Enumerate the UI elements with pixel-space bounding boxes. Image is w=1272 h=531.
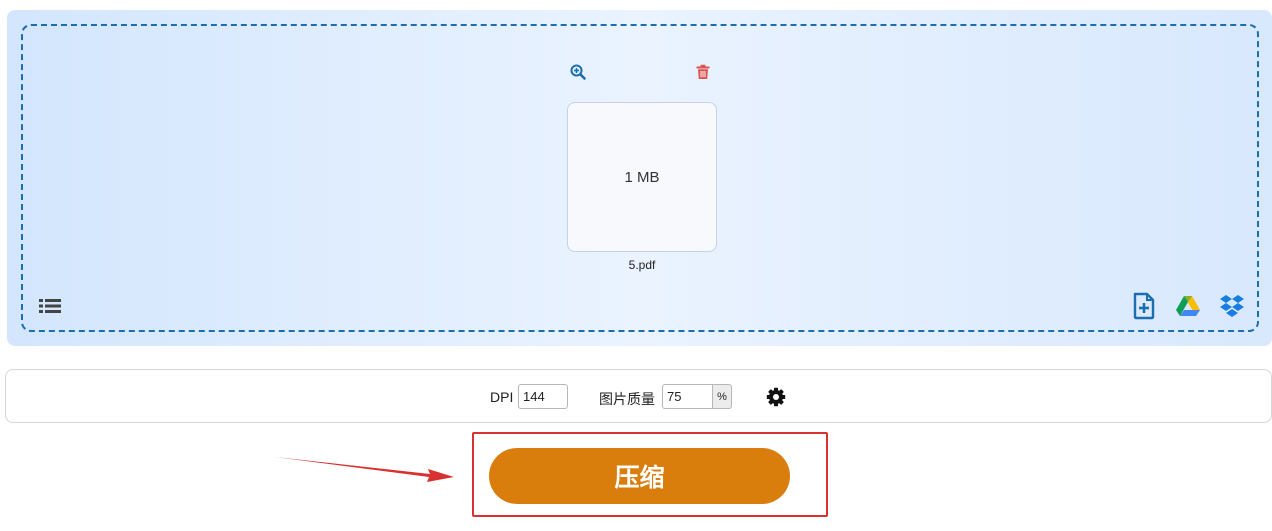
add-file-icon[interactable]	[1131, 292, 1157, 320]
annotation-arrow	[275, 457, 454, 482]
file-card-toolbar	[567, 62, 717, 84]
compress-button[interactable]: 压缩	[489, 448, 790, 504]
drop-zone-border[interactable]: 1 MB 5.pdf	[21, 24, 1259, 332]
percent-unit: %	[712, 384, 732, 409]
list-icon[interactable]	[38, 296, 62, 316]
dropbox-icon[interactable]	[1219, 292, 1245, 320]
image-quality-label: 图片质量	[599, 391, 655, 407]
file-card: 1 MB 5.pdf	[567, 62, 717, 272]
dpi-label: DPI	[490, 389, 514, 405]
compression-options: DPI 图片质量 %	[5, 369, 1272, 423]
image-quality-input[interactable]	[662, 384, 712, 409]
file-drop-zone[interactable]: 1 MB 5.pdf	[7, 10, 1272, 346]
google-drive-icon[interactable]	[1175, 292, 1201, 320]
dpi-input[interactable]	[518, 384, 568, 409]
file-size: 1 MB	[624, 168, 660, 186]
gear-icon[interactable]	[766, 387, 786, 407]
trash-icon[interactable]	[695, 64, 711, 80]
file-name: 5.pdf	[628, 258, 656, 272]
zoom-in-icon[interactable]	[570, 64, 586, 80]
file-thumbnail[interactable]: 1 MB	[567, 102, 717, 252]
